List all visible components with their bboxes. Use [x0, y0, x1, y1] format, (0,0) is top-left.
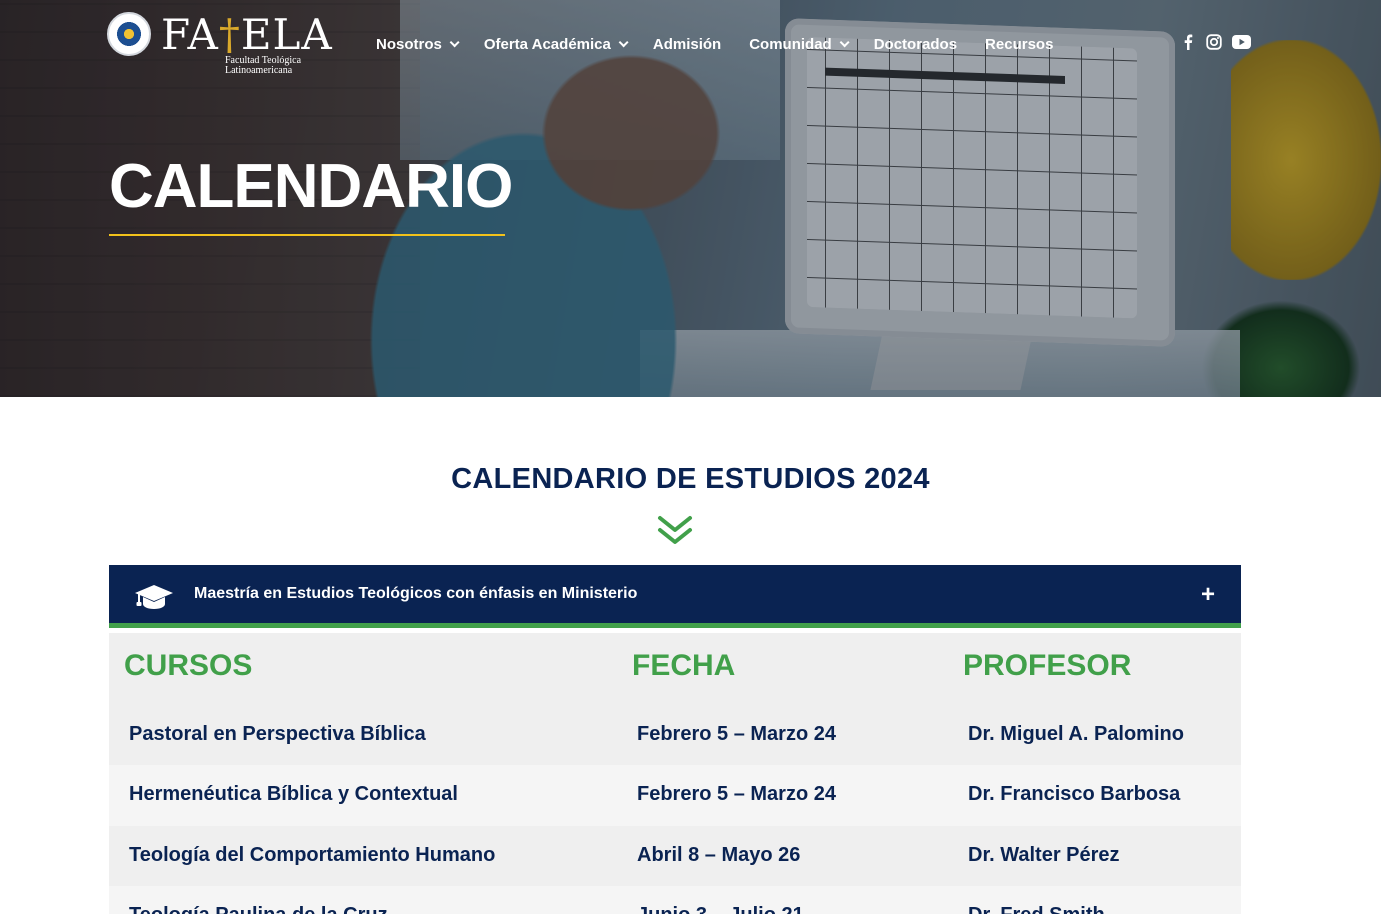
cell-date: Junio 3 – Julio 21	[637, 904, 804, 914]
logo-subtitle-line-2: Latinoamericana	[225, 65, 293, 76]
accordion-title: Maestría en Estudios Teológicos con énfa…	[194, 585, 638, 602]
site-logo[interactable]: FA†ELA Facultad Teológica Latinoamerican…	[107, 10, 332, 76]
cell-date: Febrero 5 – Marzo 24	[637, 723, 836, 745]
double-chevron-down-icon	[658, 516, 692, 544]
logo-seal-icon	[107, 12, 151, 56]
title-underline	[109, 234, 505, 236]
nav-item-label: Oferta Académica	[483, 35, 611, 53]
cell-date: Febrero 5 – Marzo 24	[637, 783, 836, 805]
graduation-cap-icon	[135, 585, 173, 609]
cell-professor: Dr. Francisco Barbosa	[968, 783, 1181, 805]
course-table: CURSOS FECHA PROFESOR Pastoral en Perspe…	[109, 633, 1241, 914]
column-header-fecha: FECHA	[632, 649, 736, 682]
accordion-header-maestria[interactable]: Maestría en Estudios Teológicos con énfa…	[109, 565, 1241, 628]
page-title: CALENDARIO	[109, 152, 513, 221]
logo-cross-icon: †	[218, 10, 241, 59]
social-links	[1180, 34, 1251, 50]
nav-item-admision[interactable]: Admisión	[653, 36, 721, 53]
main-nav: Nosotros Oferta Académica Admisión Comun…	[376, 32, 1053, 56]
hero-banner: FA†ELA Facultad Teológica Latinoamerican…	[0, 0, 1381, 397]
cell-course: Hermenéutica Bíblica y Contextual	[129, 783, 458, 805]
cell-professor: Dr. Miguel A. Palomino	[968, 723, 1184, 745]
facebook-icon[interactable]	[1180, 34, 1196, 50]
cell-course: Teología Paulina de la Cruz	[129, 904, 388, 914]
section-title: CALENDARIO DE ESTUDIOS 2024	[451, 463, 930, 495]
chevron-down-icon	[618, 36, 629, 47]
nav-item-label: Recursos	[985, 35, 1054, 53]
table-row: Pastoral en Perspectiva Bíblica Febrero …	[109, 705, 1241, 766]
instagram-icon[interactable]	[1206, 34, 1222, 50]
logo-subtitle: Facultad Teológica Latinoamericana	[225, 56, 315, 76]
nav-item-label: Comunidad	[749, 35, 832, 53]
chevron-down-icon	[449, 36, 460, 47]
chevron-down-icon	[839, 36, 850, 47]
column-header-cursos: CURSOS	[124, 649, 253, 682]
table-row: Hermenéutica Bíblica y Contextual Febrer…	[109, 765, 1241, 826]
cell-course: Teología del Comportamiento Humano	[129, 844, 496, 866]
nav-item-doctorados[interactable]: Doctorados	[874, 36, 957, 53]
nav-item-oferta-academica[interactable]: Oferta Académica	[483, 35, 629, 53]
cell-date: Abril 8 – Mayo 26	[637, 844, 801, 866]
plus-icon[interactable]: +	[1201, 581, 1215, 609]
column-header-profesor: PROFESOR	[963, 649, 1132, 682]
table-row: Teología Paulina de la Cruz Junio 3 – Ju…	[109, 886, 1241, 914]
nav-item-comunidad[interactable]: Comunidad	[749, 35, 850, 53]
table-row: Teología del Comportamiento Humano Abril…	[109, 826, 1241, 887]
nav-item-nosotros[interactable]: Nosotros	[376, 35, 460, 53]
nav-item-label: Nosotros	[376, 35, 442, 53]
nav-item-label: Admisión	[652, 35, 722, 53]
nav-item-recursos[interactable]: Recursos	[985, 36, 1053, 53]
nav-item-label: Doctorados	[873, 35, 958, 53]
logo-wordmark: FA†ELA	[161, 10, 333, 59]
youtube-icon[interactable]	[1232, 34, 1251, 50]
cell-professor: Dr. Fred Smith	[968, 904, 1105, 914]
cell-professor: Dr. Walter Pérez	[968, 844, 1120, 866]
cell-course: Pastoral en Perspectiva Bíblica	[129, 723, 426, 745]
